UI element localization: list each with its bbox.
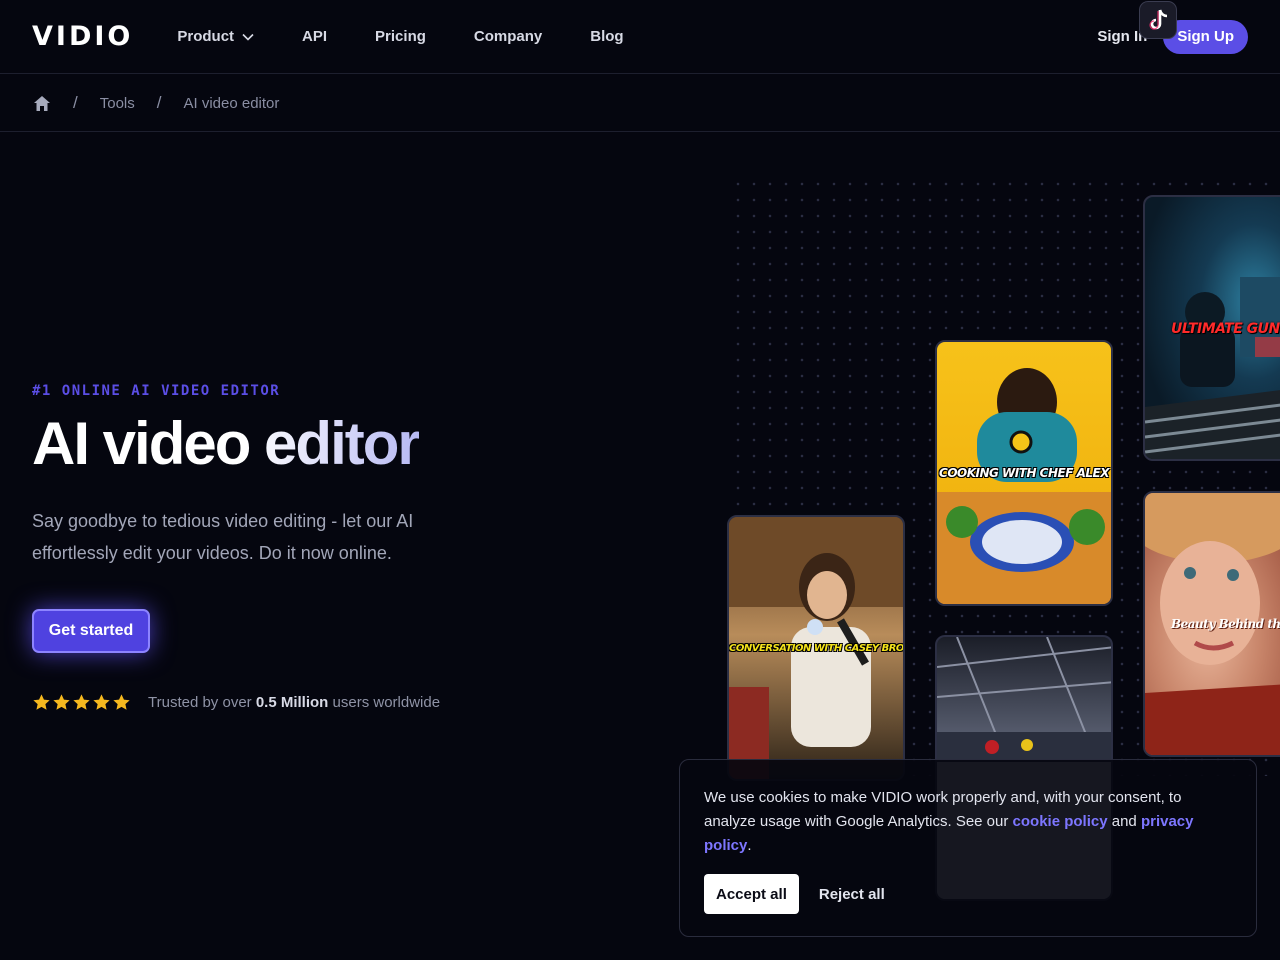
cookie-message: We use cookies to make VIDIO work proper… [704,786,1232,858]
star-icon [113,694,130,710]
cookie-text-2: and [1107,813,1141,830]
chevron-down-icon [242,33,254,41]
extension-overlay-icon[interactable] [1139,0,1178,39]
reject-all-button[interactable]: Reject all [807,874,897,914]
hero-subtitle: Say goodbye to tedious video editing - l… [32,511,414,563]
gaming-caption: ULTIMATE GUNFIGHT [1171,321,1280,337]
podcast-caption: CONVERSATION WITH CASEY BROWN [729,643,905,654]
nav-product[interactable]: Product [177,28,254,45]
nav-product-label: Product [177,28,235,45]
trust-row: Trusted by over 0.5 Million users worldw… [32,693,440,712]
trust-suffix: users worldwide [328,694,441,711]
nav-company[interactable]: Company [474,28,542,45]
hero-title: AI video editor [32,408,421,480]
cookie-actions: Accept all Reject all [704,874,1232,914]
hero-eyebrow: #1 ONLINE AI VIDEO EDITOR [32,383,281,399]
video-card-gaming: ULTIMATE GUNFIGHT [1143,195,1280,461]
vidio-logo[interactable]: VIDIO [32,21,133,52]
breadcrumb-separator: / [156,93,162,112]
video-card-cooking: COOKING WITH CHEF ALEX [935,340,1113,606]
breadcrumb-tools[interactable]: Tools [100,95,135,112]
breadcrumb-separator: / [73,93,78,112]
cookie-text-3: . [747,837,752,854]
star-icon [33,694,50,710]
trust-count: 0.5 Million [255,694,329,711]
music-note-icon [1149,9,1168,30]
cookie-banner: We use cookies to make VIDIO work proper… [679,759,1257,937]
breadcrumb: / Tools / AI video editor [0,75,1280,132]
nav-blog[interactable]: Blog [590,28,623,45]
nav-pricing[interactable]: Pricing [375,28,426,45]
trust-text: Trusted by over 0.5 Million users worldw… [148,694,440,711]
star-icon [73,694,90,710]
beauty-caption: Beauty Behind the Scenes [1171,617,1280,631]
trust-prefix: Trusted by over [148,694,256,711]
nav-api[interactable]: API [302,28,327,45]
nav-links: Product API Pricing Company Blog [177,28,671,45]
top-navigation: VIDIO Product API Pricing Company Blog S… [0,0,1280,74]
video-card-podcast: CONVERSATION WITH CASEY BROWN [727,515,905,781]
star-icon [53,694,70,710]
star-icon [93,694,110,710]
cookie-policy-link[interactable]: cookie policy [1013,813,1108,830]
cooking-caption: COOKING WITH CHEF ALEX [939,466,1109,480]
get-started-button[interactable]: Get started [32,609,150,653]
accept-all-button[interactable]: Accept all [704,874,799,914]
rating-stars [32,693,132,712]
home-icon[interactable] [33,95,51,112]
video-card-beauty: Beauty Behind the Scenes [1143,491,1280,757]
breadcrumb-current: AI video editor [183,94,280,112]
auth-actions: Sign In Sign Up [1097,0,1248,54]
